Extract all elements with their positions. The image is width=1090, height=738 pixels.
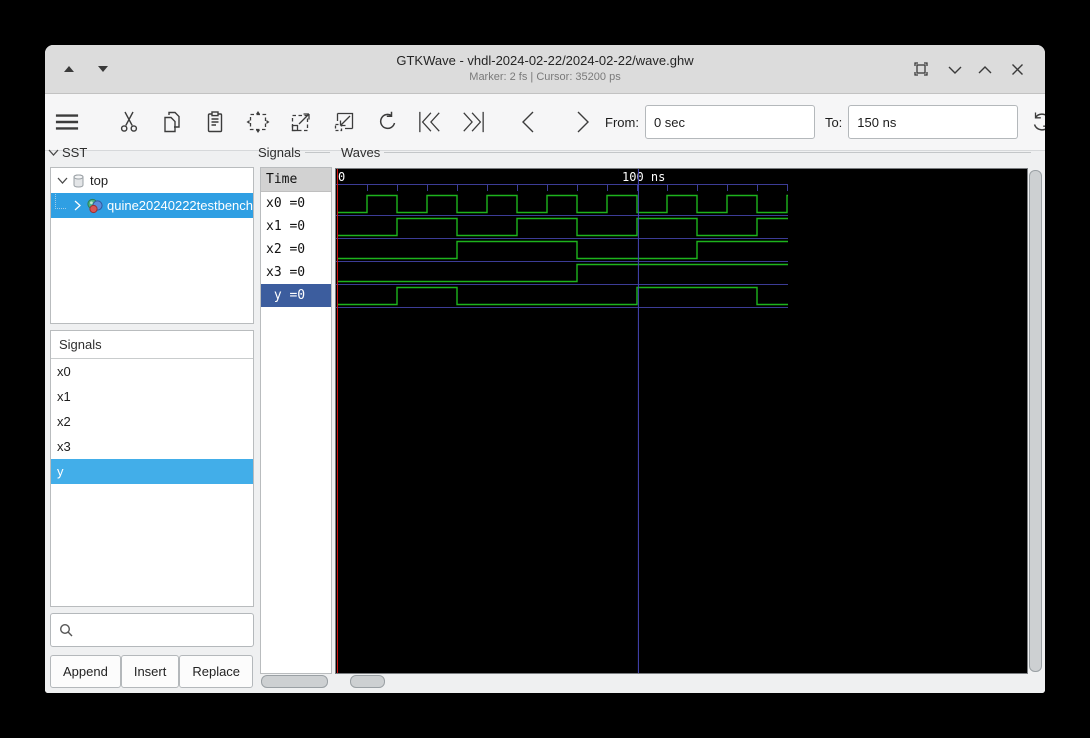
tree-item-testbench[interactable]: quine20240222testbench (51, 193, 253, 218)
close-icon (1011, 63, 1023, 75)
sst-frame-header: SST (48, 145, 252, 160)
signal-row-x1[interactable]: x1 =0 (261, 215, 331, 238)
menu-icon (55, 114, 79, 130)
signal-row-x0[interactable]: x0 =0 (261, 192, 331, 215)
window-bottom-strip (45, 688, 1045, 693)
insert-button[interactable]: Insert (120, 655, 180, 688)
maximize-button[interactable] (973, 57, 997, 81)
signal-row-y[interactable]: y =0 (261, 284, 331, 307)
tree-item-top[interactable]: top (51, 168, 253, 193)
skip-to-end-icon (463, 111, 484, 133)
tree-item-label: top (90, 173, 109, 188)
chevron-left-icon (522, 111, 534, 133)
gtkwave-window: GTKWave - vhdl-2024-02-22/2024-02-22/wav… (45, 45, 1045, 693)
waveform-canvas[interactable]: 0 100 ns (335, 168, 1028, 674)
svg-text:0: 0 (338, 170, 345, 184)
from-input[interactable] (644, 105, 815, 139)
waves-frame-header: Waves (341, 145, 1031, 160)
module-icon (71, 173, 86, 189)
signals-frame-header: Signals (258, 145, 330, 160)
wave-vscrollbar[interactable] (1029, 170, 1042, 672)
paste-icon (207, 111, 223, 133)
to-input[interactable] (848, 105, 1019, 139)
replace-button[interactable]: Replace (179, 655, 254, 688)
reload-icon (1034, 112, 1045, 131)
zoom-fit-icon (246, 111, 270, 133)
zoom-out-button[interactable] (332, 110, 356, 134)
expander-right-icon[interactable] (70, 200, 84, 211)
signal-search[interactable] (50, 613, 254, 647)
copy-icon (164, 111, 180, 133)
to-end-button[interactable] (461, 110, 485, 134)
svg-text:100 ns: 100 ns (622, 170, 665, 184)
zoom-out-icon (334, 112, 354, 132)
waveform-plot: 0 100 ns (336, 169, 788, 673)
wave-hscrollbar[interactable] (350, 675, 385, 688)
signals-list-header: Signals (51, 331, 253, 359)
skip-to-start-icon (419, 111, 440, 133)
paste-button[interactable] (203, 110, 227, 134)
to-label: To: (824, 114, 843, 130)
close-button[interactable] (1005, 57, 1029, 81)
list-item-y[interactable]: y (51, 459, 253, 484)
list-item-x0[interactable]: x0 (51, 359, 253, 384)
frame-line (384, 152, 1031, 153)
search-input[interactable] (73, 613, 253, 647)
undo-button[interactable] (375, 110, 399, 134)
menu-button[interactable] (55, 110, 79, 134)
signal-row-x2[interactable]: x2 =0 (261, 238, 331, 261)
to-start-button[interactable] (418, 110, 442, 134)
cut-icon (120, 111, 138, 132)
append-button[interactable]: Append (50, 655, 121, 688)
expander-down-icon[interactable] (55, 177, 69, 184)
toolbar: From: To: (45, 94, 1045, 151)
step-right-button[interactable] (571, 110, 595, 134)
chevron-down-icon (948, 66, 962, 74)
fullscreen-button[interactable] (909, 57, 933, 81)
signal-names-panel: Time x0 =0 x1 =0 x2 =0 x3 =0 y =0 (260, 167, 332, 674)
chevron-up-icon (978, 65, 992, 73)
list-item-x2[interactable]: x2 (51, 409, 253, 434)
vhdl-entity-icon (86, 198, 103, 214)
reload-button[interactable] (1030, 110, 1045, 134)
signals-list-panel: Signals x0 x1 x2 x3 y (50, 330, 254, 607)
frame-line (304, 152, 330, 153)
cut-button[interactable] (117, 110, 141, 134)
fullscreen-icon (914, 62, 928, 76)
desktop: { "window": { "title": "GTKWave - vhdl-2… (0, 0, 1090, 738)
sst-header-label: SST (62, 145, 88, 160)
sst-tree: top quine20240222testbench (50, 167, 254, 324)
chevron-right-icon (577, 111, 589, 133)
list-item-x3[interactable]: x3 (51, 434, 253, 459)
titlebar: GTKWave - vhdl-2024-02-22/2024-02-22/wav… (45, 45, 1045, 94)
step-left-button[interactable] (516, 110, 540, 134)
from-label: From: (605, 114, 639, 130)
list-item-x1[interactable]: x1 (51, 384, 253, 409)
tree-guide-line (55, 194, 66, 209)
signal-buttons: Append Insert Replace (50, 655, 254, 688)
names-hscrollbar[interactable] (261, 675, 329, 688)
waves-frame-label: Waves (341, 145, 381, 160)
copy-button[interactable] (160, 110, 184, 134)
zoom-in-icon (291, 113, 310, 132)
signals-frame-label: Signals (258, 145, 301, 160)
window-title: GTKWave - vhdl-2024-02-22/2024-02-22/wav… (396, 53, 694, 68)
sst-collapse-chevron-icon[interactable] (48, 149, 59, 156)
window-subtitle: Marker: 2 fs | Cursor: 35200 ps (469, 71, 621, 83)
zoom-fit-button[interactable] (246, 110, 270, 134)
undo-icon (379, 111, 396, 130)
time-header: Time (261, 168, 331, 192)
zoom-in-button[interactable] (289, 110, 313, 134)
search-icon (59, 623, 73, 637)
minimize-button[interactable] (943, 57, 967, 81)
tree-item-label: quine20240222testbench (107, 198, 253, 213)
signal-row-x3[interactable]: x3 =0 (261, 261, 331, 284)
